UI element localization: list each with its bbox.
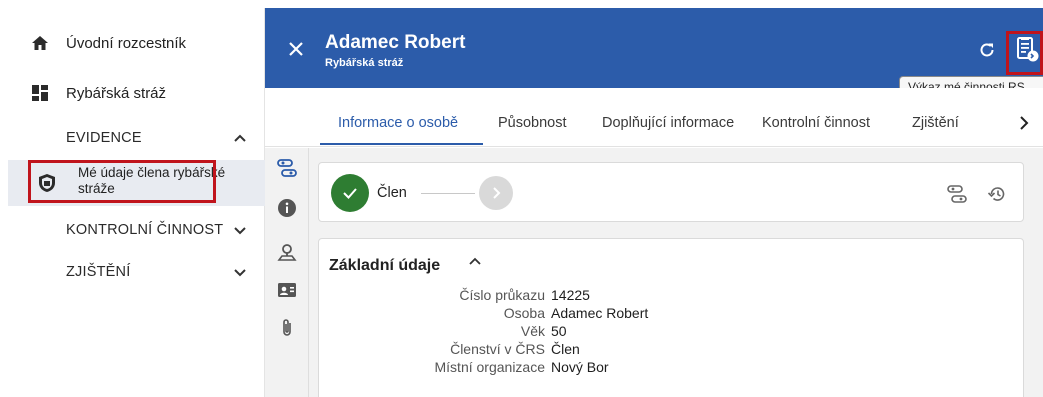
page-subtitle: Rybářská stráž: [325, 57, 404, 69]
status-stepper-card: Člen: [318, 162, 1024, 222]
chevron-up-icon: [234, 134, 246, 142]
sidebar-section-label: EVIDENCE: [66, 130, 142, 146]
active-tab-indicator: [320, 143, 483, 145]
window-frame-top: [0, 0, 1043, 8]
shield-icon: [39, 174, 55, 192]
chevron-right-icon[interactable]: [1017, 116, 1031, 130]
id-card-icon[interactable]: [277, 280, 297, 300]
refresh-icon[interactable]: [978, 41, 996, 59]
sidebar-item-rybarska-straz[interactable]: Rybářská stráž: [8, 73, 265, 113]
sidebar-item-label: Rybářská stráž: [66, 84, 167, 102]
sidebar-item-home[interactable]: Úvodní rozcestník: [8, 23, 265, 63]
dashboard-icon: [30, 83, 50, 103]
field-row: Věk 50: [319, 323, 1025, 339]
field-label: Číslo průkazu: [459, 287, 545, 303]
activity-report-button[interactable]: [1010, 32, 1043, 68]
sidebar-item-label: Úvodní rozcestník: [66, 34, 187, 52]
chevron-down-icon: [234, 269, 246, 277]
field-row: Číslo průkazu 14225: [319, 287, 1025, 303]
tab-zjisteni[interactable]: Zjištění: [912, 115, 959, 131]
field-row: Členství v ČRS Člen: [319, 341, 1025, 357]
field-row: Místní organizace Nový Bor: [319, 359, 1025, 375]
field-value: Člen: [551, 341, 580, 357]
page-title: Adamec Robert: [325, 32, 466, 53]
field-value: Nový Bor: [551, 359, 609, 375]
sidebar-section-label: ZJIŠTĚNÍ: [66, 264, 131, 280]
sidebar-item-me-udaje[interactable]: Mé údaje člena rybářské stráže: [8, 160, 265, 206]
field-label: Věk: [520, 323, 545, 339]
history-icon[interactable]: [987, 184, 1007, 204]
chevron-down-icon: [234, 227, 246, 235]
field-value: Adamec Robert: [551, 305, 649, 321]
tab-informace-o-osobe[interactable]: Informace o osobě: [338, 115, 458, 131]
report-icon: [1017, 37, 1039, 62]
field-label: Osoba: [503, 305, 545, 321]
field-row: Osoba Adamec Robert: [319, 305, 1025, 321]
chevron-up-icon[interactable]: [468, 254, 482, 268]
attachment-icon[interactable]: [277, 318, 297, 338]
tab-doplnujici-informace[interactable]: Doplňující informace: [602, 115, 734, 131]
section-title: Základní údaje: [329, 257, 441, 274]
sidebar-section-zjisteni[interactable]: ZJIŠTĚNÍ: [8, 254, 265, 290]
sidebar-section-label: KONTROLNÍ ČINNOST: [66, 222, 224, 238]
close-icon[interactable]: [287, 40, 305, 58]
step-completed: [331, 174, 369, 212]
main-content: Člen Základní údaje Číslo průkazu 14225 …: [265, 148, 1043, 397]
field-value: 14225: [551, 287, 590, 303]
field-label: Místní organizace: [434, 359, 546, 375]
next-step-button[interactable]: [479, 176, 513, 210]
field-label: Členství v ČRS: [450, 341, 545, 357]
sidebar: Úvodní rozcestník Rybářská stráž EVIDENC…: [8, 8, 265, 397]
divider: [265, 146, 1043, 147]
basic-info-card: Základní údaje Číslo průkazu 14225 Osoba…: [318, 238, 1024, 397]
workflow-icon[interactable]: [947, 184, 967, 204]
section-rail: [265, 148, 309, 397]
location-icon[interactable]: [277, 242, 297, 262]
tab-pusobnost[interactable]: Působnost: [498, 115, 567, 131]
workflow-icon[interactable]: [277, 158, 297, 178]
home-icon: [30, 33, 50, 53]
check-icon: [343, 188, 357, 199]
info-icon[interactable]: [277, 198, 297, 218]
field-value: 50: [551, 323, 567, 339]
sidebar-item-label: Mé údaje člena rybářské stráže: [78, 165, 226, 196]
tab-bar: Informace o osobě Působnost Doplňující i…: [265, 88, 1043, 148]
step-label: Člen: [377, 185, 407, 201]
step-connector: [421, 193, 475, 194]
chevron-right-icon: [493, 187, 501, 199]
sidebar-section-evidence[interactable]: EVIDENCE: [8, 120, 265, 156]
sidebar-section-kontrolni-cinnost[interactable]: KONTROLNÍ ČINNOST: [8, 212, 265, 248]
tab-kontrolni-cinnost[interactable]: Kontrolní činnost: [762, 115, 870, 131]
